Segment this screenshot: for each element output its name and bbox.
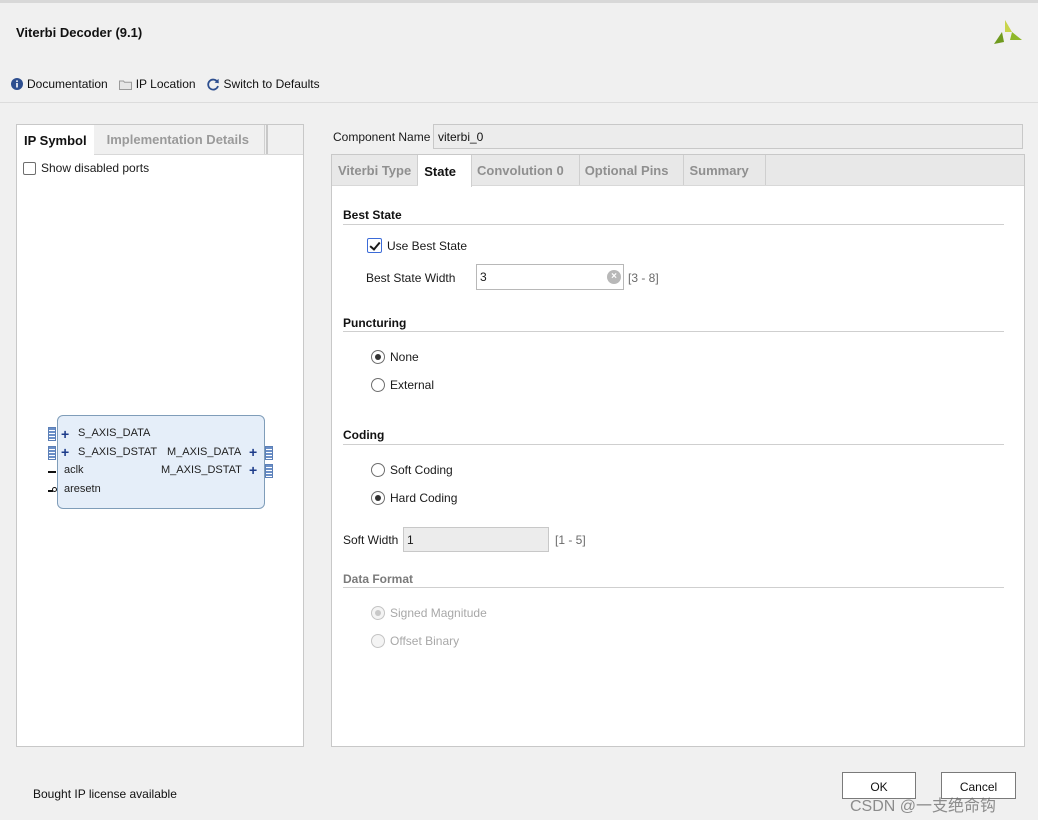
tab-ip-symbol[interactable]: IP Symbol [17, 125, 94, 156]
data-format-heading: Data Format [343, 572, 414, 586]
radio-icon[interactable] [371, 378, 385, 392]
port-aclk: aclk [64, 464, 84, 476]
best-state-width-input[interactable]: 3 × [476, 264, 624, 290]
expand-s-axis-dstat-icon[interactable]: + [61, 445, 69, 459]
refresh-icon [206, 78, 220, 91]
best-state-width-range: [3 - 8] [628, 271, 659, 285]
component-name-input[interactable]: viterbi_0 [433, 124, 1023, 149]
component-name-label: Component Name [333, 130, 431, 144]
radio-selected-icon[interactable] [371, 350, 385, 364]
tab-summary[interactable]: Summary [684, 155, 766, 185]
bus-pin-m-axis-dstat-icon [265, 464, 273, 478]
pin-aresetn-icon [52, 487, 57, 492]
show-disabled-ports-label: Show disabled ports [41, 161, 150, 175]
hard-coding-radio[interactable]: Hard Coding [371, 491, 457, 505]
puncturing-none-label: None [390, 350, 419, 364]
toolbar: Documentation IP Location Switch to Defa… [11, 76, 331, 92]
port-s-axis-dstat: S_AXIS_DSTAT [78, 446, 158, 458]
license-status: Bought IP license available [33, 787, 177, 801]
switch-to-defaults-button[interactable]: Switch to Defaults [206, 77, 320, 91]
clear-icon[interactable]: × [607, 270, 621, 284]
pin-aclk-icon [48, 471, 56, 473]
soft-coding-label: Soft Coding [390, 463, 453, 477]
toolbar-divider [0, 102, 1038, 103]
switch-to-defaults-label: Switch to Defaults [223, 77, 320, 91]
ip-symbol-block: S_AXIS_DATA S_AXIS_DSTAT aclk aresetn M_… [57, 415, 265, 509]
use-best-state-checkbox[interactable] [367, 238, 382, 253]
use-best-state-row[interactable]: Use Best State [367, 238, 467, 253]
dialog-title: Viterbi Decoder (9.1) [16, 25, 143, 40]
expand-s-axis-data-icon[interactable]: + [61, 427, 69, 441]
vivado-logo-icon [994, 20, 1022, 44]
tab-implementation-details[interactable]: Implementation Details [94, 125, 265, 154]
puncturing-divider [343, 331, 1004, 332]
soft-coding-radio[interactable]: Soft Coding [371, 463, 453, 477]
port-m-axis-data: M_AXIS_DATA [167, 446, 242, 458]
bus-pin-m-axis-data-icon [265, 446, 273, 460]
best-state-width-label: Best State Width [366, 271, 456, 285]
port-aresetn: aresetn [64, 483, 101, 495]
ip-location-button[interactable]: IP Location [118, 77, 196, 91]
config-panel: Viterbi Type State Convolution 0 Optiona… [331, 154, 1025, 747]
best-state-divider [343, 224, 1004, 225]
left-tabbar: IP Symbol Implementation Details [17, 125, 303, 156]
soft-width-range: [1 - 5] [555, 533, 586, 547]
ip-location-label: IP Location [135, 77, 196, 91]
best-state-width-value: 3 [480, 270, 487, 284]
documentation-label: Documentation [27, 77, 108, 91]
puncturing-heading: Puncturing [343, 316, 407, 330]
best-state-heading: Best State [343, 208, 402, 222]
signed-magnitude-radio[interactable]: Signed Magnitude [371, 606, 487, 620]
radio-disabled-icon [371, 606, 385, 620]
config-tabbar: Viterbi Type State Convolution 0 Optiona… [332, 155, 1024, 187]
tab-convolution-0[interactable]: Convolution 0 [472, 155, 580, 185]
offset-binary-label: Offset Binary [390, 634, 460, 648]
expand-m-axis-dstat-icon[interactable]: + [249, 463, 257, 477]
radio-disabled-icon [371, 634, 385, 648]
port-m-axis-dstat: M_AXIS_DSTAT [161, 464, 242, 476]
coding-divider [343, 444, 1004, 445]
tab-viterbi-type[interactable]: Viterbi Type [332, 155, 419, 185]
watermark: CSDN @一支绝命钩 [850, 798, 997, 815]
bus-pin-s-axis-data-icon [48, 427, 56, 441]
tab-separator [265, 125, 268, 154]
tab-state[interactable]: State [418, 155, 473, 187]
radio-selected-icon[interactable] [371, 491, 385, 505]
offset-binary-radio[interactable]: Offset Binary [371, 634, 459, 648]
coding-heading: Coding [343, 428, 385, 442]
bus-pin-s-axis-dstat-icon [48, 446, 56, 460]
soft-width-input[interactable]: 1 [403, 527, 549, 552]
show-disabled-ports-row[interactable]: Show disabled ports [23, 161, 149, 175]
puncturing-none-radio[interactable]: None [371, 350, 419, 364]
folder-icon [118, 79, 132, 90]
hard-coding-label: Hard Coding [390, 491, 458, 505]
window-edge [0, 0, 1038, 3]
show-disabled-ports-checkbox[interactable] [23, 161, 36, 175]
signed-magnitude-label: Signed Magnitude [390, 606, 487, 620]
documentation-button[interactable]: Documentation [11, 77, 108, 91]
puncturing-external-label: External [390, 378, 435, 392]
soft-width-label: Soft Width [343, 533, 399, 547]
use-best-state-label: Use Best State [387, 238, 468, 253]
info-icon [11, 78, 23, 90]
radio-icon[interactable] [371, 463, 385, 477]
expand-m-axis-data-icon[interactable]: + [249, 445, 257, 459]
ip-symbol-panel: IP Symbol Implementation Details Show di… [16, 124, 304, 747]
tab-optional-pins[interactable]: Optional Pins [580, 155, 685, 185]
data-format-divider [343, 587, 1004, 588]
port-s-axis-data: S_AXIS_DATA [78, 427, 151, 439]
puncturing-external-radio[interactable]: External [371, 378, 434, 392]
